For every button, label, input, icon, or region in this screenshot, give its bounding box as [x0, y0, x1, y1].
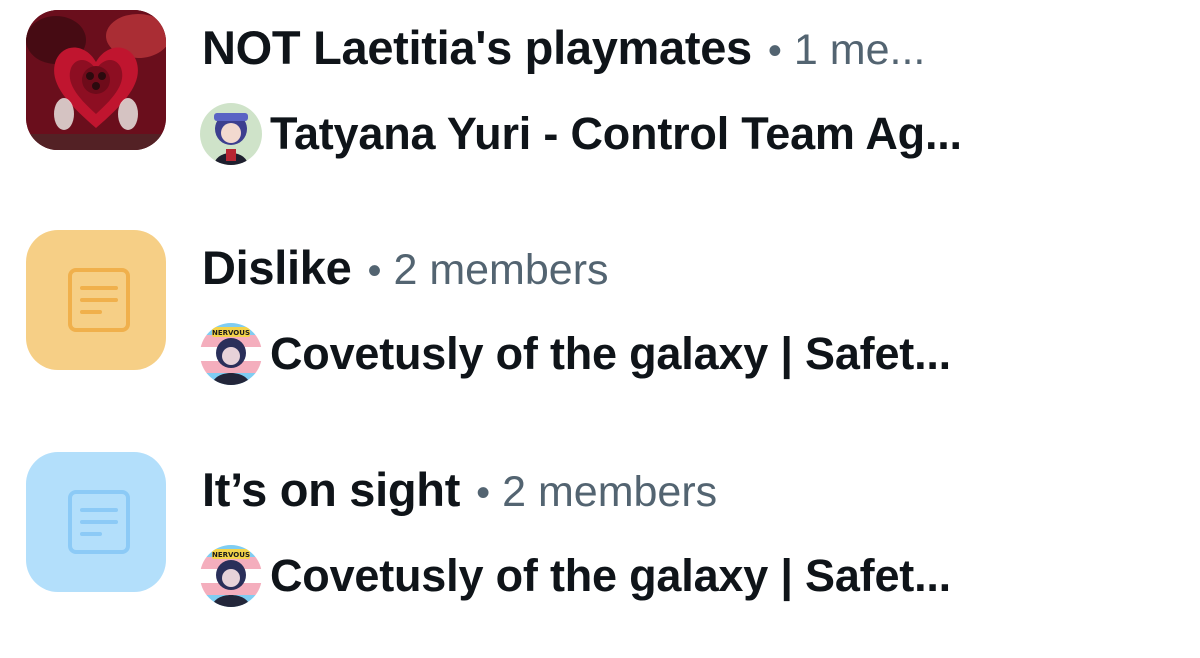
conversation-title: It’s on sight	[202, 463, 461, 516]
last-sender-name: Covetusly of the galaxy | Safet...	[270, 550, 951, 601]
separator-dot: •	[476, 471, 491, 515]
conversation-title: Dislike	[202, 241, 352, 294]
group-photo-icon	[26, 10, 166, 150]
tatyana-avatar-icon	[200, 103, 262, 165]
last-message-line: NERVOUS Covetusly of the galaxy | Safet.…	[200, 545, 951, 607]
last-sender-name: Covetusly of the galaxy | Safet...	[270, 328, 951, 379]
separator-dot: •	[367, 249, 382, 293]
member-count: 2 members	[393, 246, 609, 294]
conversation-item[interactable]: It’s on sight • 2 members NERVOUS Covetu…	[0, 442, 1200, 642]
conversation-title-line: NOT Laetitia's playmates • 1 me...	[202, 20, 925, 80]
svg-text:NERVOUS: NERVOUS	[212, 329, 250, 337]
separator-dot: •	[767, 29, 782, 73]
member-count: 2 members	[502, 468, 718, 516]
conversation-item[interactable]: Dislike • 2 members NERVOUS Covetusly of…	[0, 220, 1200, 420]
covetusly-avatar-icon: NERVOUS	[200, 545, 262, 607]
last-message-line: NERVOUS Covetusly of the galaxy | Safet.…	[200, 323, 951, 385]
conversation-title: NOT Laetitia's playmates	[202, 21, 752, 74]
covetusly-avatar-icon: NERVOUS	[200, 323, 262, 385]
document-icon	[26, 230, 166, 370]
last-message-line: Tatyana Yuri - Control Team Ag...	[200, 103, 962, 165]
conversation-list: NOT Laetitia's playmates • 1 me... Tatya…	[0, 0, 1200, 658]
conversation-title-line: It’s on sight • 2 members	[202, 462, 717, 522]
document-icon	[26, 452, 166, 592]
svg-text:NERVOUS: NERVOUS	[212, 551, 250, 559]
member-count: 1 me...	[793, 26, 926, 74]
conversation-item[interactable]: NOT Laetitia's playmates • 1 me... Tatya…	[0, 0, 1200, 200]
conversation-title-line: Dislike • 2 members	[202, 240, 609, 300]
last-sender-name: Tatyana Yuri - Control Team Ag...	[270, 108, 962, 159]
